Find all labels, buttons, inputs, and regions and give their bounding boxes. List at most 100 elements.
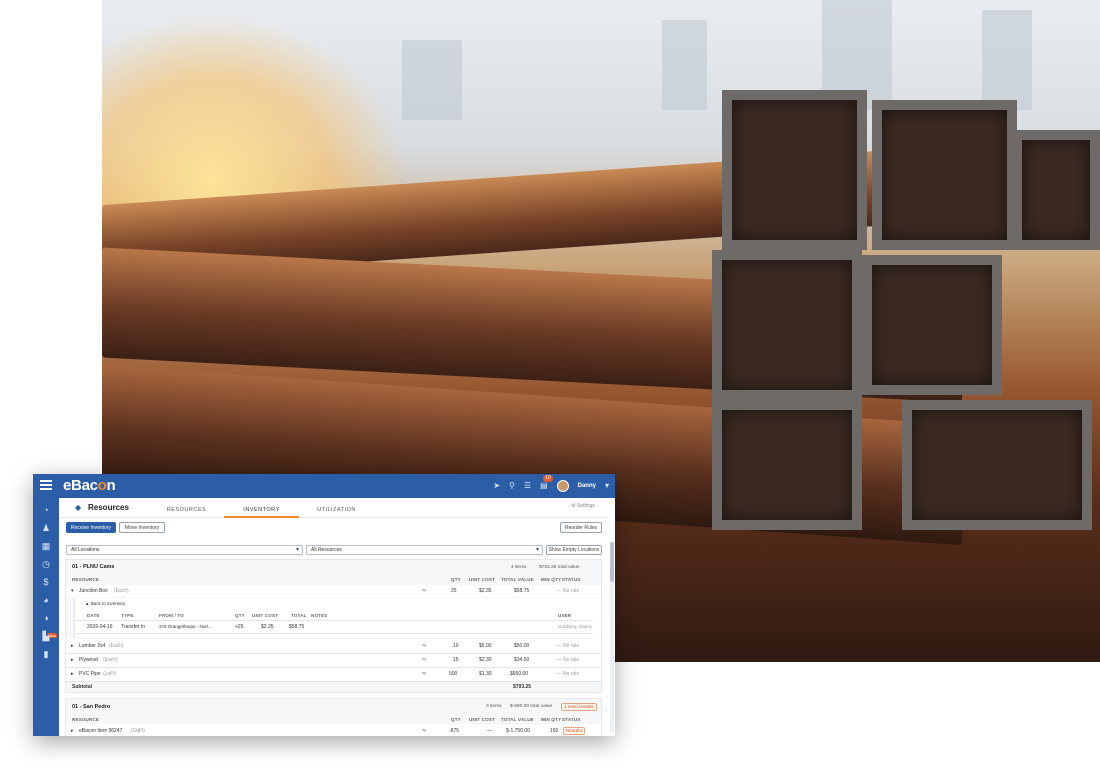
location-group-san-pedro: 01 - San Pedro 3 items $-500.00 total va… [65,698,602,736]
hist-total: $58.75 [289,624,305,630]
resources-icon[interactable]: ◑ [41,613,51,623]
expand-toggle-icon[interactable]: ▸ [71,657,74,663]
location-title[interactable]: 01 - PLNU Cams [72,564,115,570]
status-badge: Reorder [563,727,586,735]
hist-type: Transfer In [121,624,145,630]
move-icon[interactable]: ⇆ [422,728,426,734]
status-badge: No rule [563,671,580,677]
menu-icon[interactable] [40,480,52,490]
min-qty: — [556,671,561,677]
col-min-qty: MIN QTY [541,577,562,582]
unit-cost: — [487,728,492,734]
hist-col-notes: NOTES [311,613,328,618]
col-qty: QTY [451,577,461,582]
receive-inventory-button[interactable]: Receive Inventory [66,522,116,533]
table-row[interactable]: ▸ PVC Pipe (LnFt) ⇆ 500 $1.30 $650.00 — … [66,668,601,681]
pie-chart-icon[interactable]: ◕ [41,595,51,605]
resource-name[interactable]: Lumber 2x4 [79,643,105,649]
navigation-icon[interactable]: ➤ [493,478,500,494]
back-to-inventory-link[interactable]: ▲ Back to inventory [85,601,125,606]
status-badge: No rule [563,588,580,594]
col-resource: RESOURCE [72,717,100,722]
col-status: STATUS [562,577,581,582]
scrollbar[interactable] [610,542,614,732]
tab-inventory[interactable]: INVENTORY [224,498,299,518]
move-icon[interactable]: ⇆ [422,657,426,663]
main-content: ◆ Resources RESOURCES INVENTORY UTILIZAT… [59,498,615,736]
move-inventory-button[interactable]: Move Inventory [119,522,165,533]
unit-cost: $2.30 [479,657,492,663]
resource-unit: (Each) [103,657,118,663]
tab-utilization[interactable]: UTILIZATION [299,498,374,518]
hist-col-user: USER [558,613,572,618]
table-row[interactable]: ▾ Junction Box (Each) ⇆ 25 $2.35 $58.75 … [66,585,601,597]
resource-unit: (LnFt) [103,671,117,677]
sidebar: ◔ ♟ ▦ ◷ $ ◕ ◑ New ▙ ▮ [33,498,59,736]
warehouse-icon[interactable]: ▙ [41,631,51,641]
items-count: 4 items [511,565,527,570]
move-icon[interactable]: ⇆ [422,643,426,649]
history-panel: ▲ Back to inventory DATE TYPE FROM / TO … [74,598,601,638]
dashboard-icon[interactable]: ◔ [41,505,51,515]
expand-toggle-icon[interactable]: ▸ [71,643,74,649]
table-row[interactable]: ▸ eBacon Item 96247 (SqFt) ⇆ -875 — $-1,… [66,724,601,736]
total-value-summary: $-500.00 total value [510,704,553,709]
settings-link[interactable]: ⚙ Settings [571,503,595,509]
expand-toggle-icon[interactable]: ▾ [71,588,74,594]
reorder-needed-badge: 1 need reorder [561,703,597,711]
hist-from-to: 376 Orangethorpe - Nort... [159,624,212,629]
expand-toggle-icon[interactable]: ▸ [71,728,74,734]
table-row[interactable]: ▸ Lumber 2x4 (Each) ⇆ 10 $5.00 $50.00 — … [66,639,601,653]
location-group-plnu: 01 - PLNU Cams 4 items $793.25 total val… [65,559,602,693]
qty: 15 [453,657,459,663]
col-qty: QTY [451,717,461,722]
total-value: $-1,750.00 [506,728,530,734]
hist-col-total: TOTAL [291,613,307,618]
qty: -875 [449,728,460,734]
reorder-rules-button[interactable]: Reorder Rules [560,522,602,533]
min-qty: — [556,588,561,594]
locations-select[interactable]: All Locations [66,545,303,555]
resource-name[interactable]: eBacon Item 96247 [79,728,122,734]
clock-icon[interactable]: ◷ [41,559,51,569]
total-value: $58.75 [514,588,530,594]
notifications-icon[interactable]: ▤ 10 [540,475,553,494]
table-row[interactable]: ▸ Plywood (Each) ⇆ 15 $2.30 $34.50 — No … [66,654,601,667]
hist-col-type: TYPE [121,613,134,618]
resource-name[interactable]: PVC Pipe [79,671,101,677]
col-unit-cost: UNIT COST [469,717,496,722]
col-status: STATUS [562,717,581,722]
ebacon-logo[interactable]: eBacon [63,477,116,494]
tab-resources[interactable]: RESOURCES [149,498,224,518]
status-badge: No rule [563,643,580,649]
chevron-down-icon[interactable]: ▾ [605,478,609,494]
col-total-value: TOTAL VALUE [501,717,534,722]
calendar-icon[interactable]: ▦ [41,541,51,551]
move-icon[interactable]: ⇆ [422,588,426,594]
col-resource: RESOURCE [72,577,100,582]
resource-name[interactable]: Junction Box [79,588,108,594]
move-icon[interactable]: ⇆ [422,671,426,677]
expand-toggle-icon[interactable]: ▸ [71,671,74,677]
location-title[interactable]: 01 - San Pedro [72,704,110,710]
avatar[interactable] [556,480,569,492]
list-icon[interactable]: ☰ [524,478,531,494]
total-value-summary: $793.25 total value [539,565,580,570]
reports-icon[interactable]: ▮ [41,649,51,659]
status-badge: No rule [563,657,580,663]
items-count: 3 items [486,704,502,709]
hist-col-qty: QTY [235,613,245,618]
people-icon[interactable]: ♟ [41,523,51,533]
location-pin-icon[interactable]: ⚲ [509,478,515,494]
dollar-icon[interactable]: $ [41,577,51,587]
marketing-composite: eBacon ➤ ⚲ ☰ ▤ 10 Danny ▾ ◔ ♟ ▦ ◷ $ ◕ ◑ N… [0,0,1100,770]
resource-name[interactable]: Plywood [79,657,98,663]
hist-user: Goldberg, Danny [558,624,593,629]
resource-unit: (SqFt) [131,728,145,734]
resources-select[interactable]: All Resources [306,545,543,555]
tab-bar: RESOURCES INVENTORY UTILIZATION [149,498,374,518]
min-qty: 150 [550,728,559,734]
user-name[interactable]: Danny [578,483,596,489]
show-empty-locations-button[interactable]: Show Empty Locations [546,545,602,555]
page-header: ◆ Resources RESOURCES INVENTORY UTILIZAT… [59,498,607,518]
